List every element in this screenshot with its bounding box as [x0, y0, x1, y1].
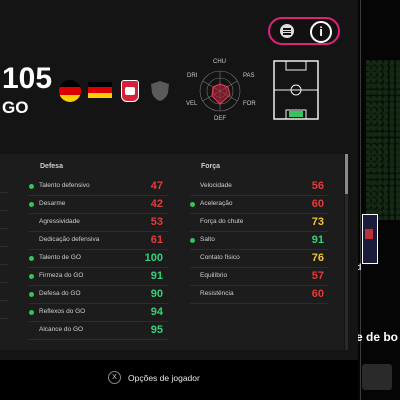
stat-value: 57 — [311, 270, 324, 282]
stat-row: Talento defensivo 47 — [29, 178, 169, 196]
stat-value: 53 — [150, 216, 163, 228]
stat-value: 91 — [311, 234, 324, 246]
stat-name: Desarme — [39, 200, 66, 207]
radar-label-vel: VEL — [186, 101, 198, 107]
stat-name: Salto — [200, 236, 215, 243]
stat-name: Firmeza do GO — [39, 272, 84, 279]
stat-row: Agressividade 53 — [29, 214, 169, 232]
player-stats-screen: i 105 GO CHU PAS FOR DEF VEL DRI Defesa … — [0, 0, 358, 360]
selected-dot-icon — [29, 292, 34, 297]
preview-title: e de bo — [358, 330, 399, 344]
menu-icon[interactable] — [280, 24, 294, 38]
stat-row: Velocidade 56 — [190, 178, 328, 196]
radar-label-chu: CHU — [213, 59, 226, 65]
radar-label-dri: DRI — [187, 73, 198, 79]
preview-pitch-image — [366, 60, 400, 220]
side-preview-panel: d e de bo — [358, 0, 400, 400]
stat-value: 100 — [144, 252, 163, 264]
stat-name: Reflexos do GO — [39, 308, 86, 315]
stat-value: 94 — [150, 306, 163, 318]
stat-row: Dedicação defensiva 61 — [29, 232, 169, 250]
stat-row: Firmeza do GO 91 — [29, 268, 169, 286]
stat-name: Velocidade — [200, 182, 232, 189]
x-button-icon: X — [108, 371, 121, 384]
stat-name: Talento defensivo — [39, 182, 90, 189]
stat-value: 42 — [150, 198, 163, 210]
selected-dot-icon — [29, 184, 34, 189]
stat-name: Dedicação defensiva — [39, 236, 100, 243]
stat-row: Resistência 60 — [190, 286, 328, 304]
stat-value: 61 — [150, 234, 163, 246]
stat-row: Salto 91 — [190, 232, 328, 250]
selected-dot-icon — [29, 274, 34, 279]
stat-row: Alcance do GO 95 — [29, 322, 169, 340]
stat-name: Contato físico — [200, 254, 240, 261]
stat-row: Talento de GO 100 — [29, 250, 169, 268]
stat-row: Contato físico 76 — [190, 250, 328, 268]
top-action-pill: i — [268, 17, 340, 45]
stat-value: 73 — [311, 216, 324, 228]
stat-value: 90 — [150, 288, 163, 300]
stat-name: Força do chute — [200, 218, 244, 225]
position-pitch-icon — [273, 60, 319, 120]
defesa-header: Defesa — [40, 163, 63, 170]
selected-dot-icon — [29, 202, 34, 207]
radar-label-pas: PAS — [243, 73, 255, 79]
stat-value: 76 — [311, 252, 324, 264]
selected-dot-icon — [190, 202, 195, 207]
stat-name: Aceleração — [200, 200, 233, 207]
selected-dot-icon — [190, 238, 195, 243]
preview-small-text: d — [358, 262, 362, 272]
player-position: GO — [2, 98, 29, 117]
stat-row: Defesa do GO 90 — [29, 286, 169, 304]
radar-label-def: DEF — [214, 116, 226, 122]
stat-value: 91 — [150, 270, 163, 282]
stat-name: Talento de GO — [39, 254, 81, 261]
radar-graphic — [199, 70, 241, 112]
selected-dot-icon — [29, 256, 34, 261]
forca-header: Força — [201, 163, 221, 170]
shield-icon — [151, 81, 169, 101]
stat-value: 47 — [150, 180, 163, 192]
stat-row: Força do chute 73 — [190, 214, 328, 232]
radar-label-for: FOR — [243, 101, 256, 107]
stat-name: Alcance do GO — [39, 326, 84, 333]
club-badge-icon — [121, 80, 139, 102]
nationality-flag-icon — [59, 80, 81, 102]
stat-name: Agressividade — [39, 218, 80, 225]
stat-value: 60 — [311, 288, 324, 300]
scrollbar-thumb[interactable] — [345, 154, 348, 194]
stat-value: 56 — [311, 180, 324, 192]
stat-row: Desarme 42 — [29, 196, 169, 214]
stat-name: Resistência — [200, 290, 234, 297]
attribute-radar: CHU PAS FOR DEF VEL DRI — [183, 58, 258, 123]
info-icon[interactable]: i — [310, 21, 332, 43]
player-options-label: Opções de jogador — [128, 373, 200, 383]
stat-value: 95 — [150, 324, 163, 336]
selected-dot-icon — [29, 310, 34, 315]
stat-row: Aceleração 60 — [190, 196, 328, 214]
preview-thumbnail[interactable] — [362, 214, 378, 264]
league-flag-icon — [88, 82, 112, 98]
stat-row: Reflexos do GO 94 — [29, 304, 169, 322]
stat-name: Equilíbrio — [200, 272, 228, 279]
stat-name: Defesa do GO — [39, 290, 81, 297]
stat-row: Equilíbrio 57 — [190, 268, 328, 286]
stat-value: 60 — [311, 198, 324, 210]
preview-button[interactable] — [362, 364, 392, 390]
player-rating: 105 — [2, 62, 53, 95]
